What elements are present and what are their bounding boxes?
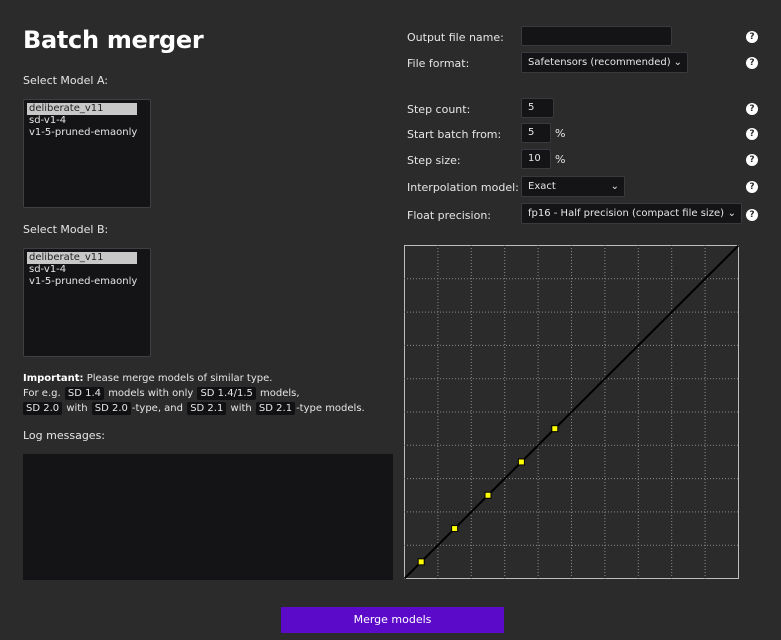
start-batch-label: Start batch from:	[407, 128, 502, 141]
batch-point	[451, 525, 459, 533]
merge-models-button[interactable]: Merge models	[281, 607, 504, 633]
start-batch-input[interactable]: 5	[521, 123, 551, 143]
model-b-option[interactable]: deliberate_v11	[27, 252, 137, 264]
output-file-name-input[interactable]	[521, 26, 672, 46]
note-line1: Please merge models of similar type.	[83, 373, 273, 384]
log-label: Log messages:	[23, 429, 106, 442]
help-icon[interactable]: ?	[746, 103, 758, 115]
note-text: with	[230, 403, 252, 414]
model-b-option[interactable]: v1-5-pruned-emaonly	[27, 276, 137, 288]
help-icon[interactable]: ?	[746, 128, 758, 140]
note-text: models,	[260, 388, 300, 399]
interpolation-value: Exact	[528, 181, 556, 192]
file-format-label: File format:	[407, 57, 470, 70]
batch-point	[551, 425, 559, 433]
float-precision-value: fp16 - Half precision (compact file size…	[528, 208, 725, 219]
model-b-option[interactable]: sd-v1-4	[27, 264, 137, 276]
float-precision-label: Float precision:	[407, 209, 491, 222]
page-title: Batch merger	[23, 26, 204, 54]
step-size-label: Step size:	[407, 154, 461, 167]
help-icon[interactable]: ?	[746, 181, 758, 193]
start-batch-unit: %	[555, 127, 566, 140]
chevron-down-icon: ⌄	[610, 181, 619, 192]
model-a-option[interactable]: sd-v1-4	[27, 115, 137, 127]
interpolation-select[interactable]: Exact ⌄	[521, 176, 625, 197]
file-format-select[interactable]: Safetensors (recommended) ⌄	[521, 52, 688, 73]
step-size-input[interactable]: 10	[521, 149, 551, 169]
step-size-unit: %	[555, 153, 566, 166]
output-file-name-label: Output file name:	[407, 31, 504, 44]
model-a-option[interactable]: v1-5-pruned-emaonly	[27, 127, 137, 139]
batch-point	[484, 491, 492, 499]
help-icon[interactable]: ?	[746, 57, 758, 69]
code-sd21: SD 2.1	[187, 402, 227, 415]
interpolation-chart-svg	[403, 244, 740, 580]
note-text: -type models.	[296, 403, 365, 414]
code-sd20: SD 2.0	[23, 402, 63, 415]
model-a-label: Select Model A:	[23, 74, 108, 87]
log-messages-box[interactable]	[23, 454, 393, 580]
note-text: with	[66, 403, 88, 414]
step-count-input[interactable]: 5	[521, 98, 554, 118]
code-sd20b: SD 2.0	[91, 402, 131, 415]
model-b-listbox[interactable]: deliberate_v11 sd-v1-4 v1-5-pruned-emaon…	[23, 248, 151, 357]
model-a-option[interactable]: deliberate_v11	[27, 103, 137, 115]
code-sd1415: SD 1.4/1.5	[197, 387, 256, 400]
interpolation-chart	[403, 244, 740, 580]
interpolation-label: Interpolation model:	[407, 181, 519, 194]
help-icon[interactable]: ?	[746, 31, 758, 43]
chevron-down-icon: ⌄	[673, 57, 682, 68]
chevron-down-icon: ⌄	[727, 208, 736, 219]
help-icon[interactable]: ?	[746, 154, 758, 166]
help-icon[interactable]: ?	[746, 209, 758, 221]
note-strong: Important:	[23, 373, 84, 384]
batch-point	[417, 558, 425, 566]
float-precision-select[interactable]: fp16 - Half precision (compact file size…	[521, 203, 742, 224]
important-note: Important: Please merge models of simila…	[23, 371, 365, 416]
model-b-label: Select Model B:	[23, 223, 109, 236]
note-text: -type, and	[131, 403, 183, 414]
batch-point	[517, 458, 525, 466]
code-sd21b: SD 2.1	[255, 402, 296, 415]
code-sd14: SD 1.4	[64, 387, 104, 400]
step-count-label: Step count:	[407, 103, 471, 116]
model-a-listbox[interactable]: deliberate_v11 sd-v1-4 v1-5-pruned-emaon…	[23, 99, 151, 208]
note-text: For e.g.	[23, 388, 61, 399]
file-format-value: Safetensors (recommended)	[528, 57, 671, 68]
note-text: models with only	[108, 388, 194, 399]
